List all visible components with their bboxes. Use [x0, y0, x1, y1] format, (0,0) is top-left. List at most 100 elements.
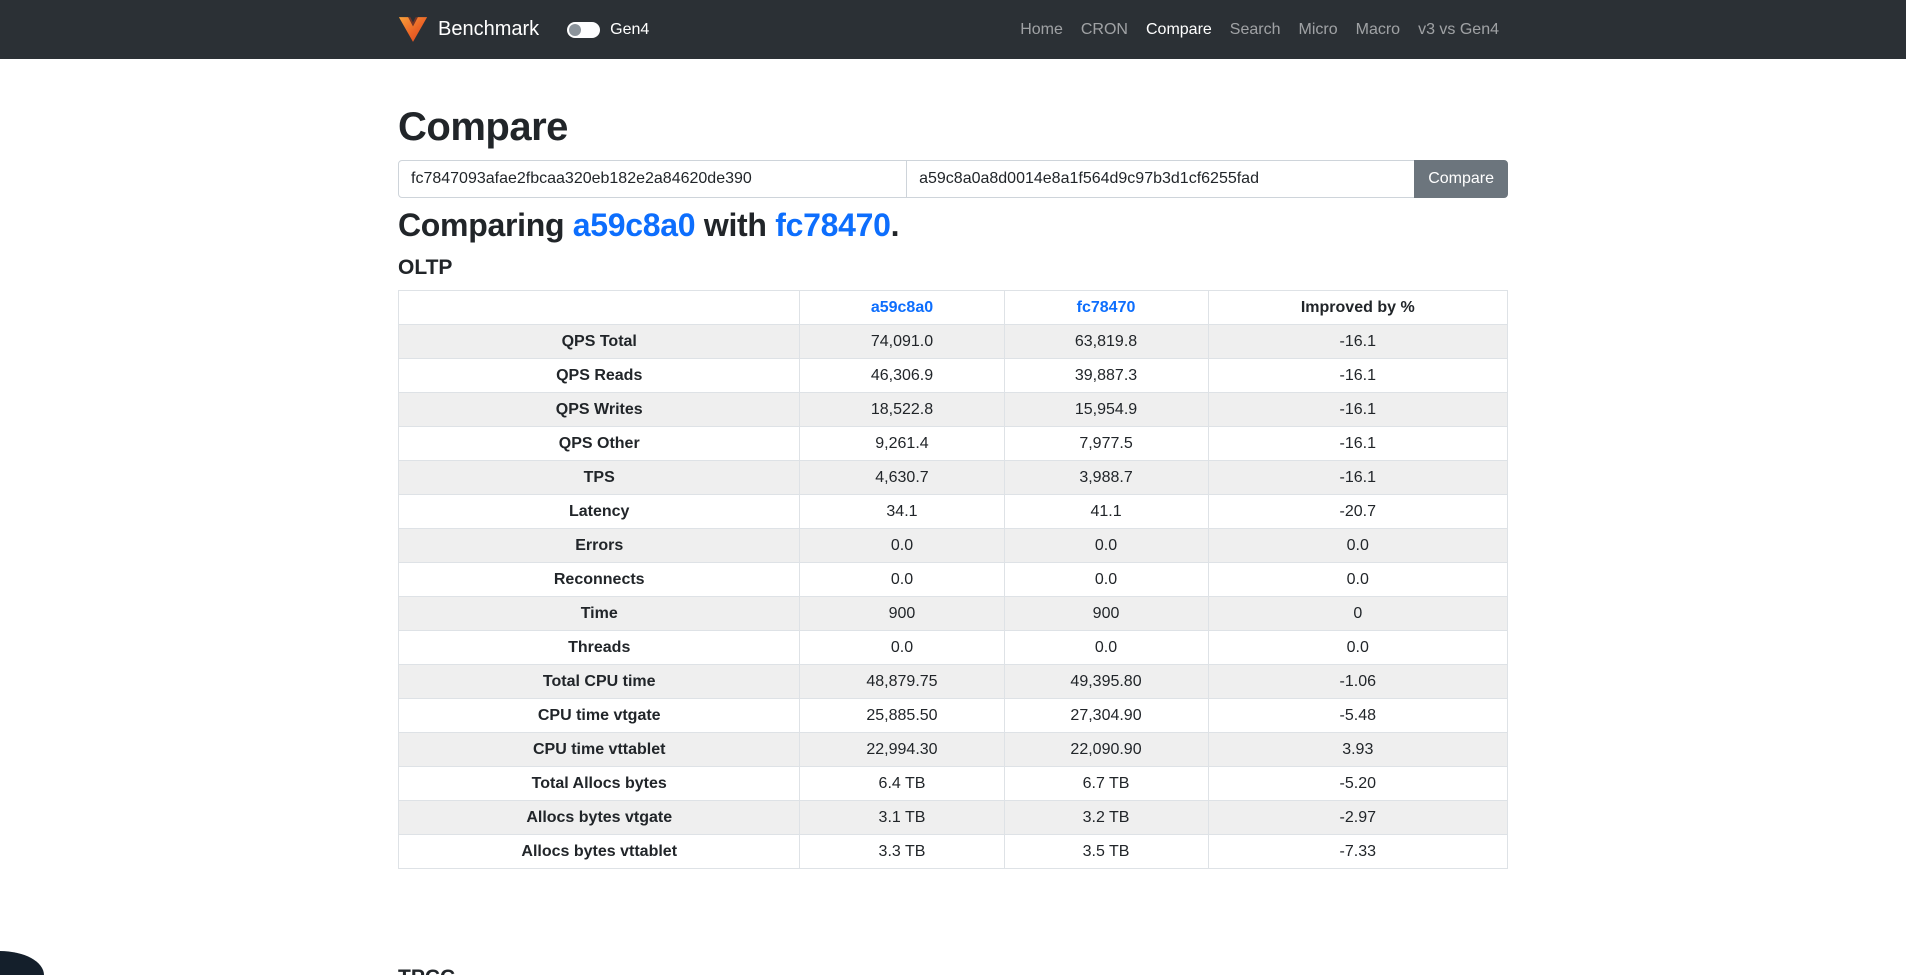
row-value-a: 25,885.50 [800, 699, 1004, 733]
row-value-improved: 0.0 [1208, 563, 1507, 597]
row-label: Errors [399, 529, 800, 563]
page-title: Compare [398, 105, 1508, 150]
right-sha-link[interactable]: fc78470 [775, 207, 890, 243]
nav-link-search[interactable]: Search [1221, 13, 1290, 47]
table-row: Latency34.141.1-20.7 [399, 495, 1508, 529]
row-value-b: 41.1 [1004, 495, 1208, 529]
comparing-suffix: . [891, 207, 900, 243]
nav-link-compare[interactable]: Compare [1137, 13, 1221, 47]
row-label: Threads [399, 631, 800, 665]
header-right-sha: fc78470 [1004, 291, 1208, 325]
row-value-improved: 0 [1208, 597, 1507, 631]
oltp-section-title: OLTP [398, 256, 1508, 280]
row-value-b: 0.0 [1004, 631, 1208, 665]
compare-form: Compare [398, 160, 1508, 198]
header-left-sha: a59c8a0 [800, 291, 1004, 325]
main-content: Compare Compare Comparing a59c8a0 with f… [383, 105, 1523, 975]
row-value-a: 22,994.30 [800, 733, 1004, 767]
compare-button[interactable]: Compare [1414, 160, 1508, 198]
row-label: CPU time vtgate [399, 699, 800, 733]
row-value-b: 6.7 TB [1004, 767, 1208, 801]
row-value-a: 48,879.75 [800, 665, 1004, 699]
row-value-b: 900 [1004, 597, 1208, 631]
row-value-improved: -1.06 [1208, 665, 1507, 699]
toggle-knob [569, 24, 581, 36]
vitess-logo-icon [398, 16, 428, 43]
row-value-a: 0.0 [800, 529, 1004, 563]
row-value-improved: -7.33 [1208, 835, 1507, 869]
brand-label: Benchmark [438, 18, 539, 41]
row-value-improved: -20.7 [1208, 495, 1507, 529]
row-value-b: 3,988.7 [1004, 461, 1208, 495]
row-value-improved: -16.1 [1208, 393, 1507, 427]
row-value-b: 39,887.3 [1004, 359, 1208, 393]
table-row: Time9009000 [399, 597, 1508, 631]
row-value-a: 0.0 [800, 563, 1004, 597]
row-value-a: 3.1 TB [800, 801, 1004, 835]
row-label: Time [399, 597, 800, 631]
footer-corner-shape [0, 951, 44, 975]
nav-link-v3-vs-gen4[interactable]: v3 vs Gen4 [1409, 13, 1508, 47]
right-sha-input[interactable] [906, 160, 1415, 198]
nav-link-macro[interactable]: Macro [1347, 13, 1409, 47]
row-value-a: 18,522.8 [800, 393, 1004, 427]
row-label: Latency [399, 495, 800, 529]
tpcc-section-title: TPCC [398, 966, 1508, 975]
row-value-a: 900 [800, 597, 1004, 631]
row-value-a: 9,261.4 [800, 427, 1004, 461]
row-label: TPS [399, 461, 800, 495]
row-value-b: 22,090.90 [1004, 733, 1208, 767]
row-value-b: 49,395.80 [1004, 665, 1208, 699]
row-value-a: 46,306.9 [800, 359, 1004, 393]
gen4-toggle[interactable] [567, 22, 600, 38]
row-value-improved: -16.1 [1208, 359, 1507, 393]
nav-link-micro[interactable]: Micro [1290, 13, 1347, 47]
header-improved: Improved by % [1208, 291, 1507, 325]
table-row: Allocs bytes vtgate3.1 TB3.2 TB-2.97 [399, 801, 1508, 835]
row-label: Allocs bytes vtgate [399, 801, 800, 835]
row-label: CPU time vttablet [399, 733, 800, 767]
brand-link[interactable]: Benchmark [398, 16, 539, 43]
row-label: Allocs bytes vttablet [399, 835, 800, 869]
row-value-b: 3.5 TB [1004, 835, 1208, 869]
oltp-table-body: QPS Total74,091.063,819.8-16.1QPS Reads4… [399, 325, 1508, 869]
row-value-b: 0.0 [1004, 529, 1208, 563]
row-value-b: 0.0 [1004, 563, 1208, 597]
row-value-improved: -16.1 [1208, 325, 1507, 359]
row-label: QPS Other [399, 427, 800, 461]
table-row: QPS Writes18,522.815,954.9-16.1 [399, 393, 1508, 427]
row-value-improved: -16.1 [1208, 461, 1507, 495]
row-value-a: 3.3 TB [800, 835, 1004, 869]
nav-link-cron[interactable]: CRON [1072, 13, 1137, 47]
row-label: QPS Total [399, 325, 800, 359]
row-value-a: 4,630.7 [800, 461, 1004, 495]
top-navbar: Benchmark Gen4 HomeCRONCompareSearchMicr… [0, 0, 1906, 59]
left-sha-input[interactable] [398, 160, 907, 198]
row-value-improved: -2.97 [1208, 801, 1507, 835]
row-value-b: 3.2 TB [1004, 801, 1208, 835]
row-label: Total CPU time [399, 665, 800, 699]
table-row: Errors0.00.00.0 [399, 529, 1508, 563]
toggle-label: Gen4 [610, 21, 649, 39]
table-row: QPS Other9,261.47,977.5-16.1 [399, 427, 1508, 461]
table-row: Total CPU time48,879.7549,395.80-1.06 [399, 665, 1508, 699]
table-row: Threads0.00.00.0 [399, 631, 1508, 665]
table-row: QPS Reads46,306.939,887.3-16.1 [399, 359, 1508, 393]
table-header-row: a59c8a0 fc78470 Improved by % [399, 291, 1508, 325]
row-value-a: 34.1 [800, 495, 1004, 529]
row-value-a: 0.0 [800, 631, 1004, 665]
header-left-sha-link[interactable]: a59c8a0 [871, 299, 933, 316]
left-sha-link[interactable]: a59c8a0 [573, 207, 695, 243]
comparing-prefix: Comparing [398, 207, 573, 243]
nav-links: HomeCRONCompareSearchMicroMacrov3 vs Gen… [1011, 13, 1508, 47]
row-value-b: 27,304.90 [1004, 699, 1208, 733]
comparing-middle: with [695, 207, 775, 243]
oltp-table: a59c8a0 fc78470 Improved by % QPS Total7… [398, 290, 1508, 869]
header-right-sha-link[interactable]: fc78470 [1077, 299, 1136, 316]
row-label: Reconnects [399, 563, 800, 597]
table-row: Allocs bytes vttablet3.3 TB3.5 TB-7.33 [399, 835, 1508, 869]
nav-link-home[interactable]: Home [1011, 13, 1072, 47]
table-row: CPU time vtgate25,885.5027,304.90-5.48 [399, 699, 1508, 733]
table-row: Reconnects0.00.00.0 [399, 563, 1508, 597]
row-value-b: 7,977.5 [1004, 427, 1208, 461]
